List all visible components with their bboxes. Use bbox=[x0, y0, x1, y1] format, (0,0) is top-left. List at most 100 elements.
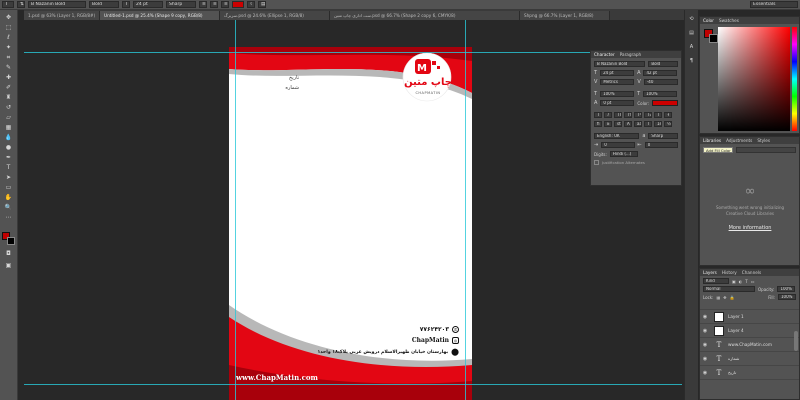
strikethrough-button[interactable]: Ŧ bbox=[664, 112, 672, 118]
visibility-eye-icon[interactable]: ◉ bbox=[700, 328, 710, 334]
path-selection-tool-icon[interactable]: ➤ bbox=[4, 174, 13, 181]
hue-slider[interactable] bbox=[792, 27, 797, 131]
faux-italic-button[interactable]: T bbox=[604, 112, 612, 118]
brush-tool-icon[interactable]: ✐ bbox=[4, 84, 13, 91]
blend-mode-select[interactable]: Normal bbox=[703, 286, 755, 292]
visibility-eye-icon[interactable]: ◉ bbox=[700, 314, 710, 320]
tab-channels[interactable]: Channels bbox=[742, 270, 761, 275]
char-kerning-select[interactable]: Metrics bbox=[600, 79, 635, 85]
align-right-icon[interactable]: ≡ bbox=[221, 1, 229, 8]
font-family-select[interactable]: B Nazanin Bold bbox=[28, 1, 86, 8]
crop-tool-icon[interactable]: ⌗ bbox=[4, 54, 13, 61]
hand-tool-icon[interactable]: ✋ bbox=[4, 194, 13, 201]
layer-row[interactable]: ◉ T شماره bbox=[700, 352, 799, 366]
doc-tab-untitled[interactable]: Untitled-1.psd @ 25.4% (Shape 9 copy, RG… bbox=[100, 11, 220, 20]
anti-alias-select[interactable]: Sharp bbox=[166, 1, 196, 8]
filter-adjustment-icon[interactable]: ◐ bbox=[739, 279, 743, 284]
doc-tab-shpng[interactable]: Shpng @ 66.7% (Layer 1, RGB/8) bbox=[520, 11, 610, 20]
tab-swatches[interactable]: Swatches bbox=[719, 18, 739, 23]
letterhead-page[interactable]: M چاپ متین CHAPMATIN تاریخ شماره ۷۷۶۲۴۲۰… bbox=[229, 47, 472, 400]
layers-scrollbar[interactable] bbox=[794, 331, 798, 351]
superscript-button[interactable]: T¹ bbox=[634, 112, 642, 118]
filter-type-icon[interactable]: T bbox=[745, 279, 747, 284]
background-color-swatch[interactable] bbox=[7, 237, 15, 245]
font-size-select[interactable]: 24 pt bbox=[133, 1, 163, 8]
discretionary-ligatures-button[interactable]: st bbox=[614, 121, 622, 127]
text-color-swatch[interactable] bbox=[232, 1, 244, 8]
magic-wand-tool-icon[interactable]: ✦ bbox=[4, 44, 13, 51]
small-caps-button[interactable]: Tт bbox=[624, 112, 632, 118]
move-tool-icon[interactable]: ✥ bbox=[4, 14, 13, 21]
layer-row[interactable]: ◉ T تاریخ bbox=[700, 366, 799, 380]
type-tool-icon[interactable]: T bbox=[4, 164, 13, 171]
tab-history[interactable]: History bbox=[722, 270, 737, 275]
ligatures-button[interactable]: fi bbox=[594, 121, 602, 127]
swash-button[interactable]: A bbox=[624, 121, 632, 127]
history-panel-icon[interactable]: ⟲ bbox=[687, 16, 696, 23]
more-information-link[interactable]: More information bbox=[708, 225, 792, 231]
dodge-tool-icon[interactable]: ● bbox=[4, 144, 13, 151]
all-caps-button[interactable]: TT bbox=[614, 112, 622, 118]
right-indent-input[interactable]: 0 bbox=[644, 142, 678, 148]
text-orientation-icon[interactable]: ⇅ bbox=[17, 1, 25, 8]
opacity-input[interactable]: 100% bbox=[777, 286, 796, 292]
underline-button[interactable]: T bbox=[654, 112, 662, 118]
healing-brush-tool-icon[interactable]: ✚ bbox=[4, 74, 13, 81]
character-panel-icon[interactable]: A bbox=[687, 44, 696, 51]
tab-paragraph[interactable]: Paragraph bbox=[620, 52, 641, 57]
filter-image-icon[interactable]: ▣ bbox=[732, 279, 736, 284]
tab-libraries[interactable]: Libraries bbox=[703, 138, 721, 143]
char-font-family-select[interactable]: B Nazanin Bold bbox=[594, 61, 646, 67]
color-picker-field[interactable] bbox=[718, 27, 790, 131]
marquee-tool-icon[interactable]: ⬚ bbox=[4, 24, 13, 31]
filter-shape-icon[interactable]: ▭ bbox=[751, 279, 755, 284]
pen-tool-icon[interactable]: ✒ bbox=[4, 154, 13, 161]
char-leading-input[interactable]: 42 pt bbox=[643, 70, 678, 76]
guide-vertical[interactable] bbox=[465, 20, 466, 400]
gradient-tool-icon[interactable]: ▦ bbox=[4, 124, 13, 131]
clone-stamp-tool-icon[interactable]: ♜ bbox=[4, 94, 13, 101]
digits-select[interactable]: Hindi (...) bbox=[609, 151, 638, 157]
align-left-icon[interactable]: ≡ bbox=[199, 1, 207, 8]
doc-tab-office-set[interactable]: ست اداری چاپ متین.psd @ 66.7% (Shape 2 c… bbox=[330, 11, 520, 20]
eraser-tool-icon[interactable]: ▱ bbox=[4, 114, 13, 121]
rectangle-tool-icon[interactable]: ▭ bbox=[4, 184, 13, 191]
ordinals-button[interactable]: 1st bbox=[654, 121, 662, 127]
screen-mode-icon[interactable]: ▣ bbox=[4, 262, 13, 269]
lasso-tool-icon[interactable]: ℓ bbox=[4, 34, 13, 41]
tab-styles[interactable]: Styles bbox=[757, 138, 770, 143]
history-brush-tool-icon[interactable]: ↺ bbox=[4, 104, 13, 111]
tab-character[interactable]: Character bbox=[594, 52, 615, 57]
lock-all-icon[interactable]: 🔒 bbox=[730, 295, 735, 300]
stylistic-alternates-button[interactable]: aa bbox=[634, 121, 642, 127]
color-background-swatch[interactable] bbox=[709, 34, 718, 43]
char-tracking-input[interactable]: -40 bbox=[643, 79, 678, 85]
fractions-button[interactable]: ½ bbox=[664, 121, 672, 127]
justification-alternates-checkbox[interactable] bbox=[594, 160, 599, 165]
subscript-button[interactable]: T₁ bbox=[644, 112, 652, 118]
faux-bold-button[interactable]: T bbox=[594, 112, 602, 118]
doc-tab-1[interactable]: 1.psd @ 63% (Layer 1, RGB/8#) bbox=[24, 11, 100, 20]
tool-preset-icon[interactable]: T bbox=[2, 1, 14, 8]
left-indent-input[interactable]: 0 bbox=[601, 142, 635, 148]
tab-adjustments[interactable]: Adjustments bbox=[726, 138, 752, 143]
titling-button[interactable]: T bbox=[644, 121, 652, 127]
visibility-eye-icon[interactable]: ◉ bbox=[700, 356, 710, 362]
char-vertical-scale-input[interactable]: 100% bbox=[600, 91, 635, 97]
char-anti-alias-select[interactable]: Sharp bbox=[648, 133, 678, 139]
align-center-icon[interactable]: ≡ bbox=[210, 1, 218, 8]
toggle-panels-icon[interactable]: ▤ bbox=[258, 1, 266, 8]
char-color-swatch[interactable] bbox=[652, 100, 678, 106]
guide-vertical[interactable] bbox=[235, 20, 236, 400]
workspace-select[interactable]: Essentials bbox=[750, 1, 798, 8]
quick-mask-icon[interactable]: ◘ bbox=[4, 250, 13, 257]
blur-tool-icon[interactable]: 💧 bbox=[4, 134, 13, 141]
guide-horizontal[interactable] bbox=[24, 384, 682, 385]
lock-position-icon[interactable]: ✥ bbox=[723, 295, 726, 300]
doc-tab-letterhead[interactable]: سربرگ.psd @ 24.6% (Ellipse 1, RGB/8) bbox=[220, 11, 330, 20]
tab-color[interactable]: Color bbox=[703, 18, 714, 23]
layer-row[interactable]: ◉ Layer 1 bbox=[700, 310, 799, 324]
paragraph-panel-icon[interactable]: ¶ bbox=[687, 58, 696, 65]
char-font-size-input[interactable]: 24 pt bbox=[600, 70, 635, 76]
fill-input[interactable]: 100% bbox=[778, 294, 796, 300]
